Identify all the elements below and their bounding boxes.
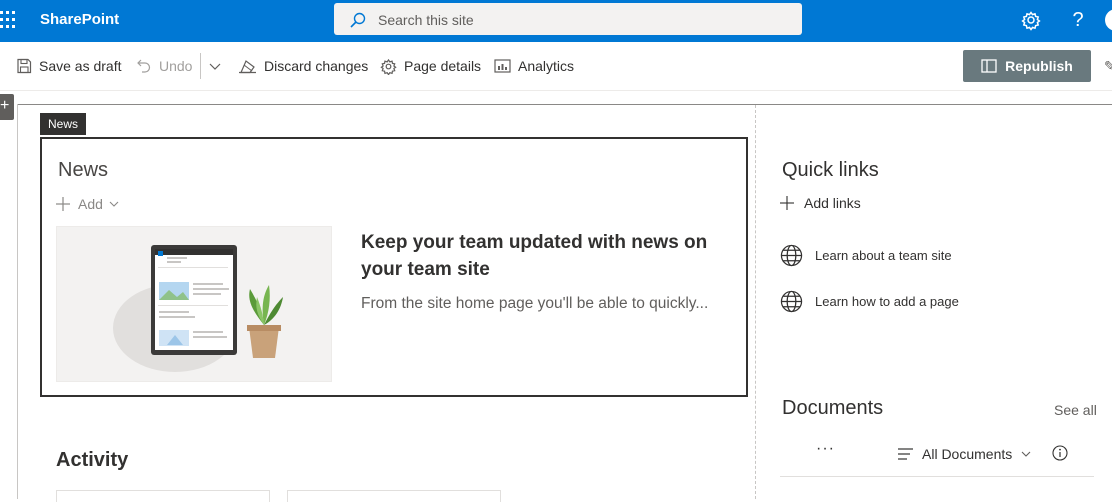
save-as-draft-label: Save as draft	[39, 58, 122, 74]
analytics-label: Analytics	[518, 58, 575, 74]
page-details-button[interactable]: Page details	[380, 56, 481, 76]
undo-label: Undo	[159, 58, 193, 74]
filter-lines-icon	[898, 448, 913, 460]
webpart-tag: News	[40, 113, 87, 135]
globe-icon	[780, 244, 803, 266]
globe-icon	[780, 290, 803, 312]
save-as-draft-button[interactable]: Save as draft	[16, 56, 122, 76]
toolbox-add-button[interactable]: +	[0, 94, 14, 120]
undo-icon	[137, 59, 151, 73]
command-divider	[200, 53, 201, 79]
republish-label: Republish	[1005, 58, 1073, 74]
news-headline[interactable]: Keep your team updated with news on your…	[361, 229, 731, 283]
page-details-label: Page details	[404, 58, 482, 74]
search-icon	[350, 12, 366, 28]
news-illustration	[56, 226, 332, 382]
section-top-border	[17, 104, 1112, 105]
see-all-link[interactable]: See all	[1054, 402, 1097, 418]
quick-link-label: Learn about a team site	[815, 247, 952, 263]
app-name[interactable]: SharePoint	[40, 11, 119, 28]
more-options-icon[interactable]: ···	[816, 440, 835, 458]
chevron-down-icon	[1021, 451, 1031, 457]
avatar[interactable]	[1105, 9, 1112, 31]
app-launcher-icon[interactable]	[0, 9, 16, 31]
activity-card[interactable]	[56, 490, 270, 502]
documents-header-divider	[780, 476, 1094, 477]
documents-title[interactable]: Documents	[782, 397, 883, 420]
republish-icon	[981, 59, 997, 73]
settings-gear-icon[interactable]	[1020, 9, 1042, 31]
undo-options-chevron-icon[interactable]	[208, 56, 229, 76]
quick-link-item[interactable]: Learn about a team site	[780, 243, 952, 267]
discard-changes-button[interactable]: Discard changes	[238, 56, 368, 76]
help-icon[interactable]: ?	[1067, 9, 1089, 31]
news-snippet: From the site home page you'll be able t…	[361, 295, 709, 312]
discard-changes-label: Discard changes	[264, 58, 369, 74]
chevron-down-icon	[109, 201, 119, 207]
undo-button[interactable]: Undo	[136, 56, 192, 76]
add-links-button[interactable]: Add links	[780, 194, 861, 212]
activity-card[interactable]	[287, 490, 501, 502]
pin-icon[interactable]: ✎	[1104, 58, 1112, 72]
quick-link-label: Learn how to add a page	[815, 293, 959, 309]
analytics-icon	[494, 59, 511, 73]
add-news-button[interactable]: Add	[56, 195, 120, 213]
republish-button[interactable]: Republish	[963, 50, 1091, 82]
section-left-border	[17, 104, 18, 499]
suite-bar: SharePoint Search this site ?	[0, 0, 1112, 42]
plus-icon	[780, 196, 794, 210]
quick-links-title[interactable]: Quick links	[782, 159, 879, 182]
gear-icon	[380, 58, 397, 75]
activity-title[interactable]: Activity	[56, 449, 128, 472]
discard-icon	[239, 60, 256, 74]
info-icon[interactable]	[1052, 445, 1068, 466]
view-selector[interactable]: All Documents	[897, 444, 1032, 464]
save-icon	[17, 58, 32, 74]
analytics-button[interactable]: Analytics	[494, 56, 574, 76]
plus-icon	[56, 197, 70, 211]
add-news-label: Add	[78, 196, 103, 212]
search-placeholder: Search this site	[378, 12, 474, 28]
view-label: All Documents	[922, 446, 1013, 462]
quick-link-item[interactable]: Learn how to add a page	[780, 289, 959, 313]
column-separator	[755, 105, 756, 499]
search-box[interactable]: Search this site	[334, 3, 802, 35]
add-links-label: Add links	[804, 195, 861, 211]
news-title[interactable]: News	[58, 159, 108, 182]
